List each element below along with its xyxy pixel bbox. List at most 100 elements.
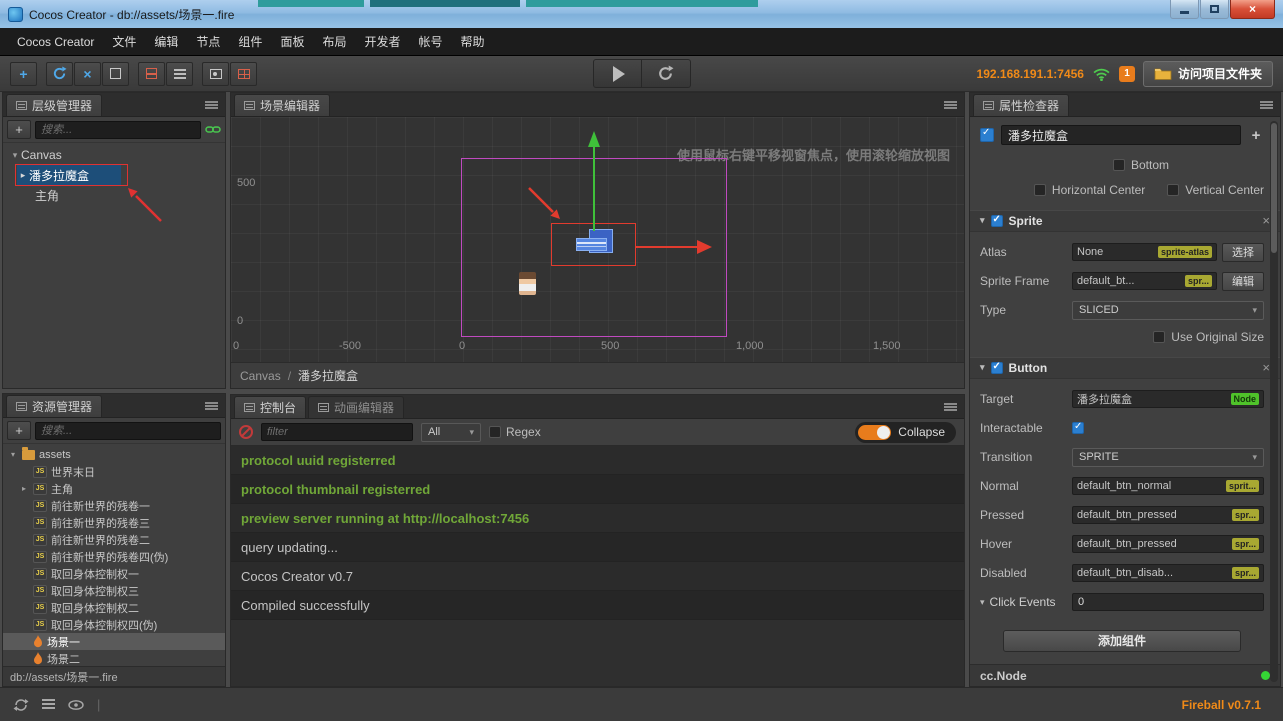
atlas-select-button[interactable]: 选择 <box>1222 242 1264 262</box>
open-project-folder-button[interactable]: 访问项目文件夹 <box>1142 60 1273 87</box>
hierarchy-add-button[interactable]: + <box>7 120 31 139</box>
atlas-value-box[interactable]: None sprite-atlas <box>1072 243 1217 262</box>
tree-node-canvas[interactable]: ▾ Canvas <box>3 145 225 165</box>
hover-value-box[interactable]: default_btn_pressed spr... <box>1072 535 1264 553</box>
link-icon[interactable] <box>205 125 221 134</box>
console-panel-menu-icon[interactable] <box>944 403 957 411</box>
asset-item[interactable]: JS 前往新世界的残卷一 <box>3 497 225 514</box>
asset-item[interactable]: JS 取回身体控制权二 <box>3 599 225 616</box>
menu-layout[interactable]: 布局 <box>313 28 355 55</box>
sprite-section-header[interactable]: ▾ Sprite × <box>970 210 1280 232</box>
inspector-scrollbar[interactable] <box>1270 121 1278 682</box>
menu-node[interactable]: 节点 <box>187 28 229 55</box>
collapse-caret-icon[interactable]: ▾ <box>980 597 985 608</box>
menu-file[interactable]: 文件 <box>103 28 145 55</box>
tab-console[interactable]: 控制台 <box>234 396 307 418</box>
assets-add-button[interactable]: + <box>7 421 31 440</box>
vertical-center-checkbox[interactable] <box>1167 184 1180 196</box>
asset-item[interactable]: 场景二 <box>3 650 225 666</box>
use-original-size-checkbox[interactable] <box>1153 330 1166 343</box>
remove-sprite-icon[interactable]: × <box>1262 213 1270 228</box>
log-row[interactable]: protocol thumbnail registerred <box>231 475 964 504</box>
asset-root-folder[interactable]: ▾ assets <box>3 446 225 463</box>
button-section-header[interactable]: ▾ Button × <box>970 356 1280 379</box>
expand-caret-icon[interactable]: ▸ <box>19 484 29 493</box>
tab-hierarchy[interactable]: 层级管理器 <box>6 94 103 116</box>
sprite-type-select[interactable]: SLICED ▾ <box>1072 300 1264 320</box>
collapse-caret-icon[interactable]: ▾ <box>980 215 985 226</box>
assets-search-input[interactable] <box>35 421 221 440</box>
gizmo-y-arrowhead[interactable] <box>588 131 600 147</box>
asset-item[interactable]: JS 前往新世界的残卷二 <box>3 531 225 548</box>
target-value-box[interactable]: 潘多拉魔盒 Node <box>1072 390 1264 408</box>
asset-item[interactable]: JS 前往新世界的残卷四(伪) <box>3 548 225 565</box>
interactable-checkbox[interactable] <box>1072 421 1084 434</box>
log-row[interactable]: preview server running at http://localho… <box>231 504 964 533</box>
menu-account[interactable]: 帐号 <box>409 28 451 55</box>
click-events-input[interactable] <box>1072 593 1264 611</box>
reload-button[interactable] <box>641 59 691 88</box>
asset-item[interactable]: ▸ JS 主角 <box>3 480 225 497</box>
menu-developer[interactable]: 开发者 <box>355 28 409 55</box>
log-row[interactable]: Compiled successfully <box>231 591 964 620</box>
hierarchy-panel-menu-icon[interactable] <box>205 101 218 109</box>
console-filter-input[interactable] <box>261 423 413 441</box>
disabled-value-box[interactable]: default_btn_disab... spr... <box>1072 564 1264 582</box>
sync-icon[interactable] <box>13 698 29 712</box>
asset-item-selected[interactable]: 场景一 <box>3 633 225 650</box>
regex-checkbox[interactable] <box>489 426 501 438</box>
refresh-toolbar-button[interactable] <box>46 61 73 86</box>
titlebar[interactable]: Cocos Creator - db://assets/场景一.fire × <box>0 0 1283 28</box>
collapse-caret-icon[interactable]: ▾ <box>980 362 985 373</box>
asset-item[interactable]: JS 前往新世界的残卷三 <box>3 514 225 531</box>
scrollbar-thumb[interactable] <box>1271 123 1277 253</box>
expand-caret-icon[interactable]: ▸ <box>17 170 29 181</box>
log-row[interactable]: Cocos Creator v0.7 <box>231 562 964 591</box>
rect-tool-button[interactable] <box>102 61 129 86</box>
add-component-button[interactable]: 添加组件 <box>1003 629 1241 653</box>
breadcrumb-root[interactable]: Canvas <box>240 369 281 383</box>
hierarchy-search-input[interactable] <box>35 120 201 139</box>
tree-node-selected[interactable]: ▸ 潘多拉魔盒 <box>17 165 122 185</box>
minimize-button[interactable] <box>1170 0 1199 19</box>
close-toolbar-button[interactable]: × <box>74 61 101 86</box>
collapse-toggle[interactable] <box>858 424 892 440</box>
button-enabled-checkbox[interactable] <box>990 361 1003 374</box>
tool-button-7[interactable] <box>202 61 229 86</box>
sprite-frame-edit-button[interactable]: 编辑 <box>1222 271 1264 291</box>
bottom-checkbox[interactable] <box>1112 159 1125 171</box>
node-active-checkbox[interactable] <box>980 127 994 142</box>
normal-value-box[interactable]: default_btn_normal sprit... <box>1072 477 1264 495</box>
scene-panel-menu-icon[interactable] <box>944 101 957 109</box>
add-node-toolbar-button[interactable]: + <box>10 61 37 86</box>
menu-edit[interactable]: 编辑 <box>145 28 187 55</box>
close-button[interactable]: × <box>1230 0 1275 19</box>
tree-node-hero[interactable]: 主角 <box>3 185 225 205</box>
remove-button-icon[interactable]: × <box>1262 360 1270 375</box>
pressed-value-box[interactable]: default_btn_pressed spr... <box>1072 506 1264 524</box>
tab-scene-editor[interactable]: 场景编辑器 <box>234 94 331 116</box>
transition-select[interactable]: SPRITE ▾ <box>1072 447 1264 467</box>
clear-console-icon[interactable] <box>239 425 253 439</box>
sprite-frame-value-box[interactable]: default_bt... spr... <box>1072 272 1217 291</box>
log-level-select[interactable]: All ▾ <box>421 422 481 442</box>
collapse-caret-icon[interactable]: ▾ <box>8 450 18 459</box>
tool-button-5[interactable] <box>138 61 165 86</box>
node-name-input[interactable] <box>1001 125 1241 145</box>
assets-panel-menu-icon[interactable] <box>205 402 218 410</box>
breadcrumb-current[interactable]: 潘多拉魔盒 <box>298 367 358 384</box>
character-sprite[interactable] <box>519 272 536 295</box>
log-row[interactable]: protocol uuid registerred <box>231 446 964 475</box>
inspector-panel-menu-icon[interactable] <box>1260 101 1273 109</box>
asset-item[interactable]: JS 取回身体控制权四(伪) <box>3 616 225 633</box>
log-row[interactable]: query updating... <box>231 533 964 562</box>
eye-icon[interactable] <box>68 699 84 710</box>
sprite-enabled-checkbox[interactable] <box>990 214 1003 227</box>
tab-animation-editor[interactable]: 动画编辑器 <box>308 396 405 418</box>
tab-inspector[interactable]: 属性检查器 <box>973 94 1070 116</box>
asset-item[interactable]: JS 取回身体控制权一 <box>3 565 225 582</box>
scene-canvas[interactable]: 使用鼠标右键平移视窗焦点，使用滚轮缩放视图 500 0 0 -500 0 500… <box>231 117 964 362</box>
asset-item[interactable]: JS 世界末日 <box>3 463 225 480</box>
menu-component[interactable]: 组件 <box>229 28 271 55</box>
collapse-caret-icon[interactable]: ▾ <box>9 150 21 161</box>
